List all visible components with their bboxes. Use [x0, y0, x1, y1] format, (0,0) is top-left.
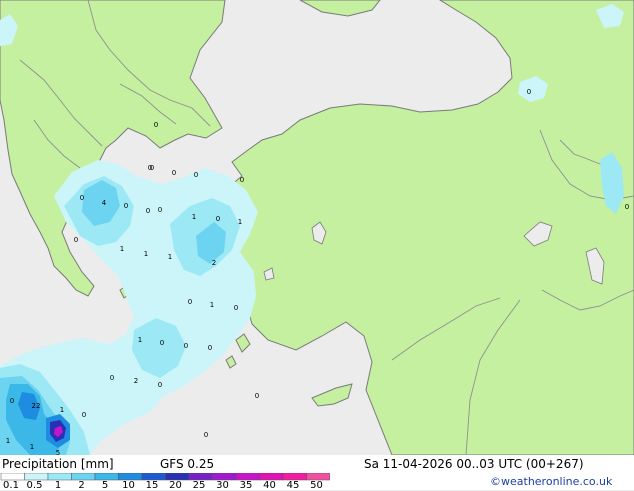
value-label: 0 [255, 392, 259, 400]
value-label: 0 [625, 203, 629, 211]
legend-tick-label: 25 [192, 480, 206, 491]
value-label: 0 [234, 304, 238, 312]
value-label: 0 [146, 207, 150, 215]
model-name: GFS 0.25 [160, 457, 215, 471]
value-label: 1 [60, 406, 64, 414]
value-label: 0 [158, 206, 162, 214]
value-label: 0 [154, 121, 158, 129]
legend-tick-label: 50 [310, 480, 323, 491]
value-label: 0 [124, 202, 128, 210]
legend-tick-label: 45 [286, 480, 300, 491]
value-label: 1 [192, 213, 196, 221]
legend-tick-label: 15 [145, 480, 159, 491]
value-label: 1 [168, 253, 172, 261]
value-label: 0 [158, 381, 162, 389]
legend-swatch [71, 473, 96, 481]
precipitation-map: 0 0 0 0 0 0 0 4 0 0 0 1 0 1 0 1 1 1 2 0 … [0, 0, 634, 455]
credit-link[interactable]: ©weatheronline.co.uk [490, 475, 612, 488]
value-label: 4 [102, 199, 107, 207]
value-label: 1 [30, 443, 34, 451]
value-label: 22 [32, 402, 41, 410]
value-label: 0 [188, 298, 192, 306]
value-label: 1 [138, 336, 142, 344]
product-title: Precipitation [mm] [2, 457, 114, 471]
legend-swatch [188, 473, 213, 481]
legend-tick-label: 2 [78, 480, 85, 491]
legend-swatch [24, 473, 49, 481]
value-label: 2 [212, 259, 216, 267]
legend-tick-label: 40 [263, 480, 276, 491]
value-label: 1 [210, 301, 214, 309]
value-label: 1 [6, 437, 10, 445]
legend-tick-label: 35 [239, 480, 253, 491]
value-label: 0 [194, 171, 198, 179]
legend-swatch [0, 473, 25, 481]
value-label: 0 [74, 236, 78, 244]
value-label: 0 [82, 411, 86, 419]
legend-swatch [141, 473, 166, 481]
value-label: 1 [120, 245, 124, 253]
legend-tick-label: 10 [122, 480, 135, 491]
legend-swatch [306, 473, 330, 481]
legend-tick-label: 20 [169, 480, 182, 491]
value-label: 0 [527, 88, 531, 96]
legend-tick-label: 5 [101, 480, 109, 491]
legend-swatch [118, 473, 143, 481]
value-label: 0 [216, 215, 220, 223]
value-label: 0 [110, 374, 114, 382]
legend-tick-label: 1 [54, 480, 62, 491]
legend-swatch [165, 473, 190, 481]
value-label: 0 [240, 176, 244, 184]
value-label: 0 [172, 169, 176, 177]
value-label: 1 [144, 250, 148, 258]
legend-swatch [235, 473, 260, 481]
legend-tick-label: 0.5 [26, 480, 43, 491]
value-label: 0 [204, 431, 208, 439]
value-label: 0 [10, 397, 14, 405]
legend-swatch [282, 473, 307, 481]
value-label: 0 [208, 344, 212, 352]
legend-swatch [47, 473, 72, 481]
value-label: 0 [184, 342, 188, 350]
value-label: 2 [134, 377, 138, 385]
value-label: 0 [148, 164, 152, 172]
legend-swatch [94, 473, 119, 481]
value-label: 1 [238, 218, 242, 226]
legend-colorbar [0, 473, 330, 481]
legend-tick-label: 30 [216, 480, 229, 491]
legend-tick-label: 0.1 [3, 480, 19, 491]
legend-swatch [212, 473, 237, 481]
forecast-datetime: Sa 11-04-2026 00..03 UTC (00+267) [364, 457, 584, 471]
legend-swatch [259, 473, 284, 481]
value-label: 0 [80, 194, 84, 202]
value-label: 0 [160, 339, 164, 347]
